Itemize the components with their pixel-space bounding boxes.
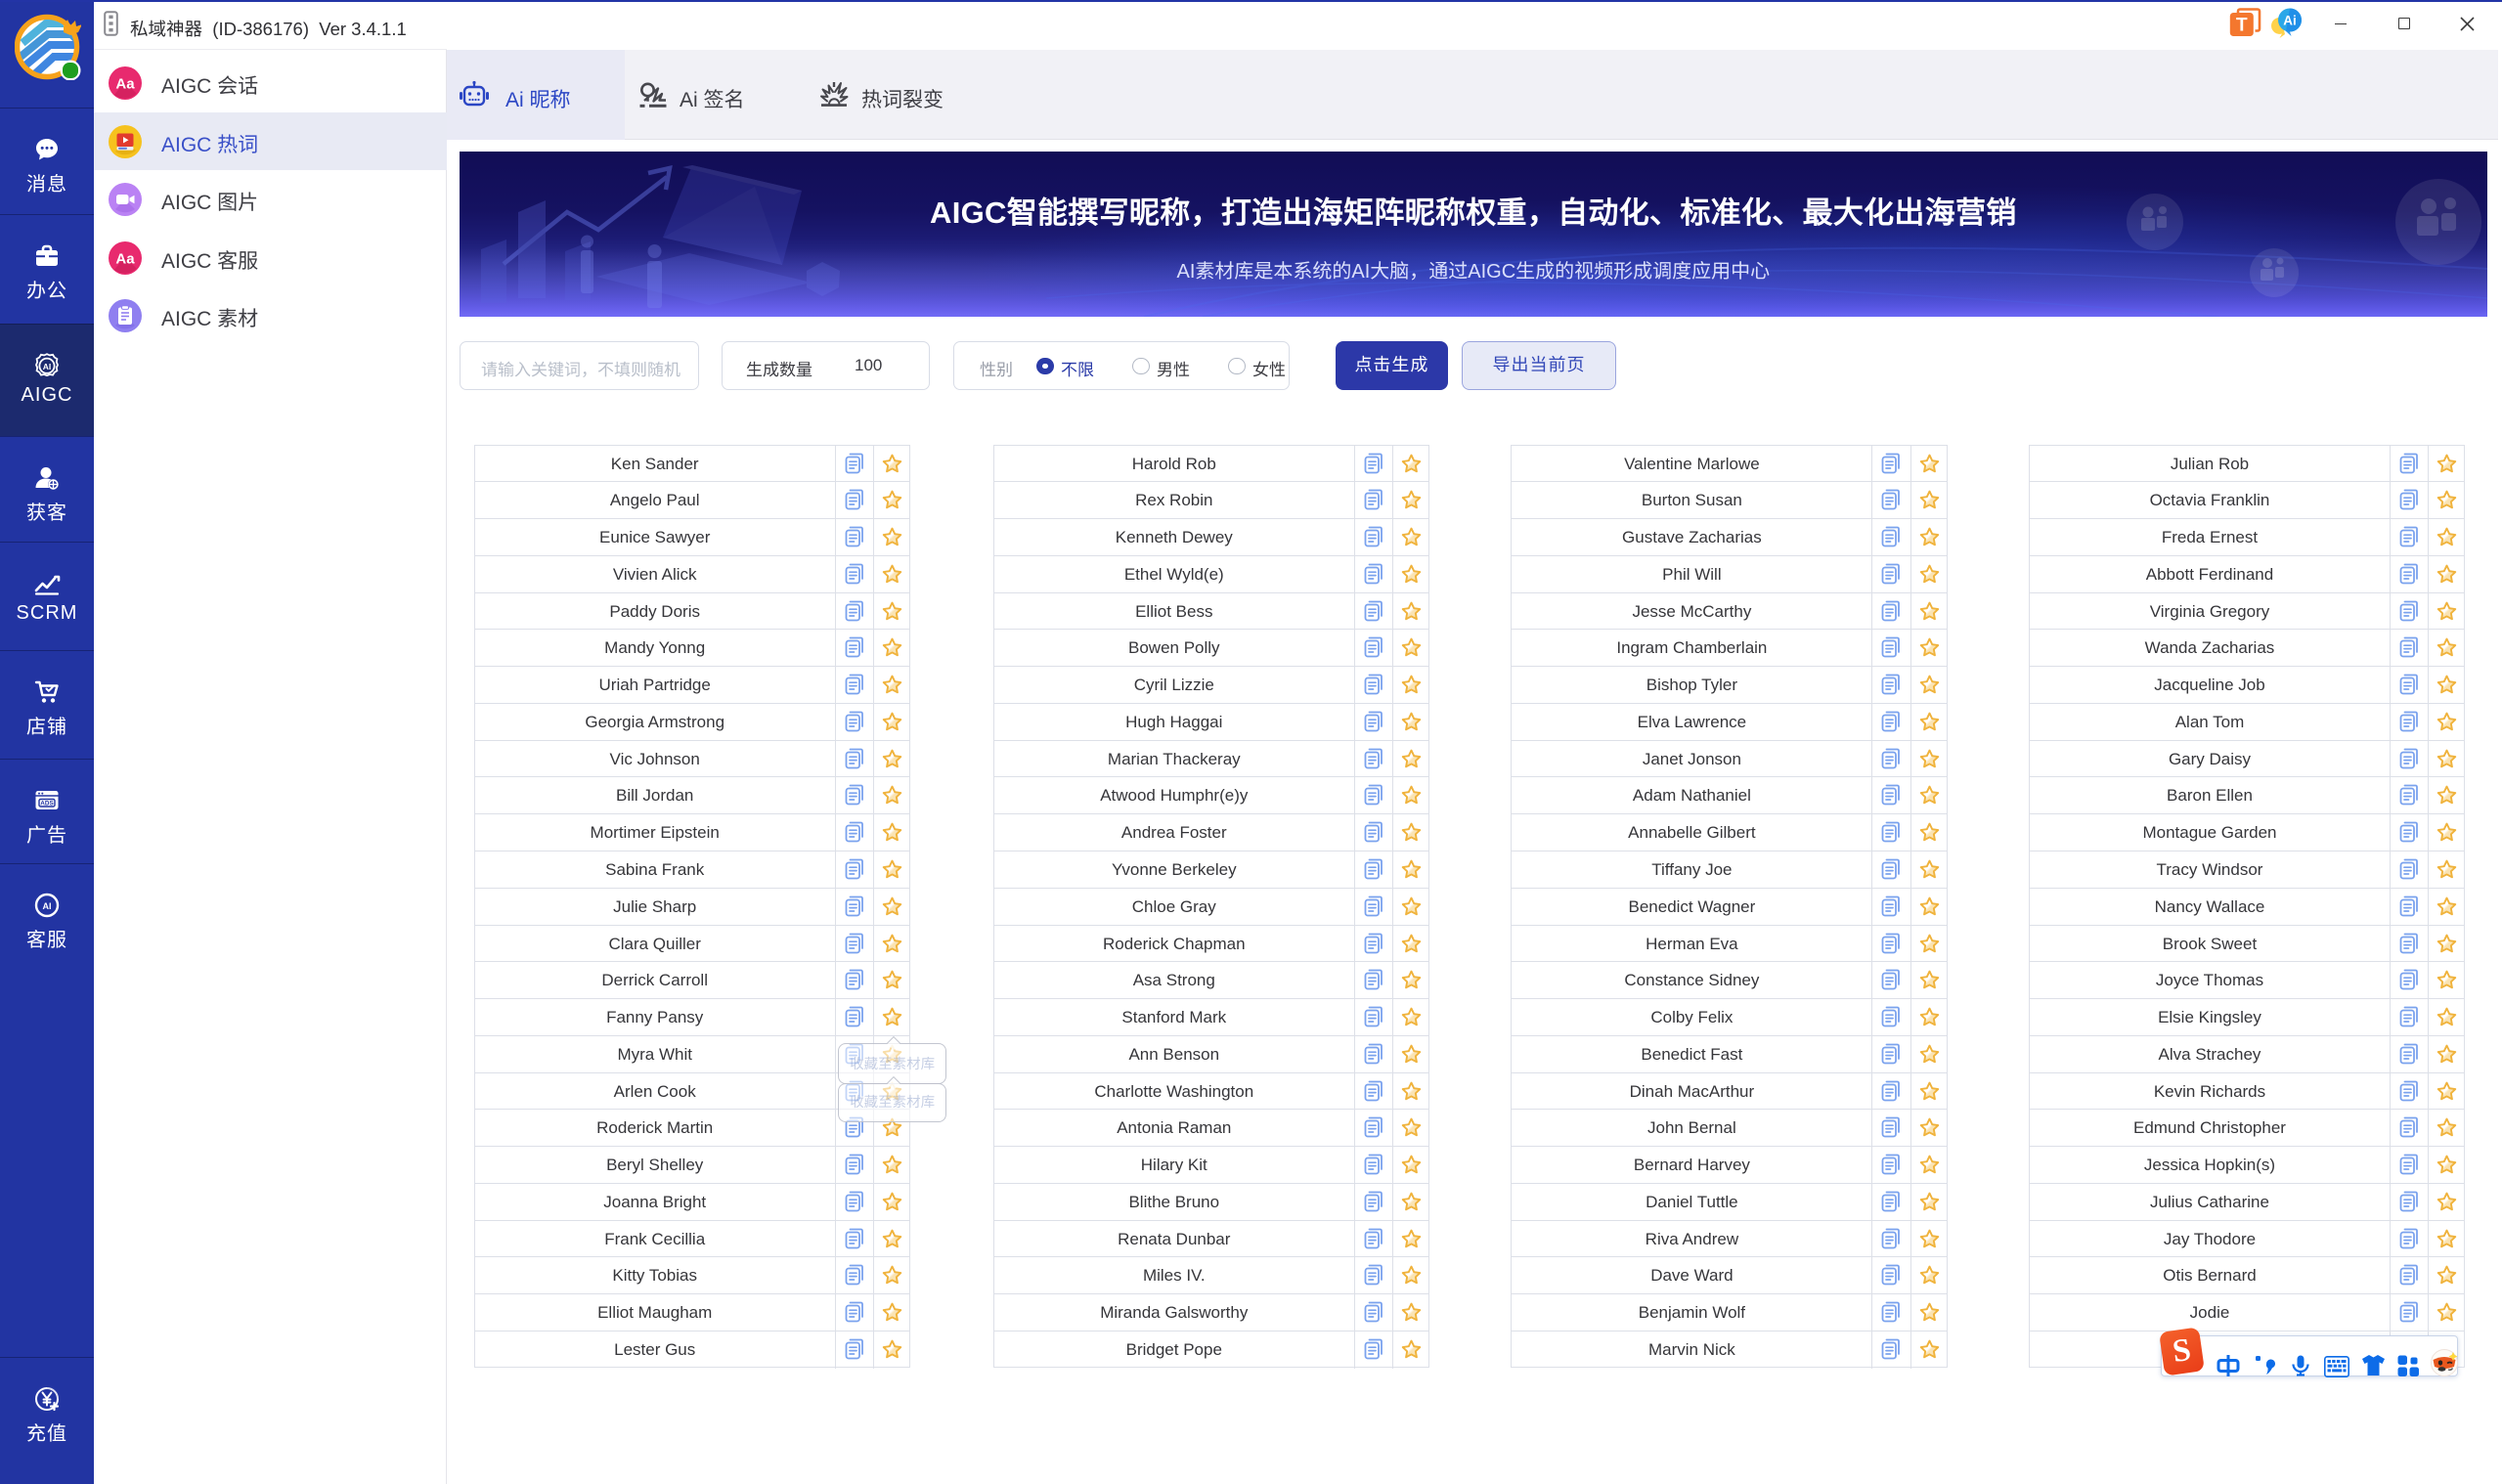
svg-text:T: T: [2236, 16, 2248, 36]
svg-text:Ai: Ai: [2283, 14, 2297, 28]
